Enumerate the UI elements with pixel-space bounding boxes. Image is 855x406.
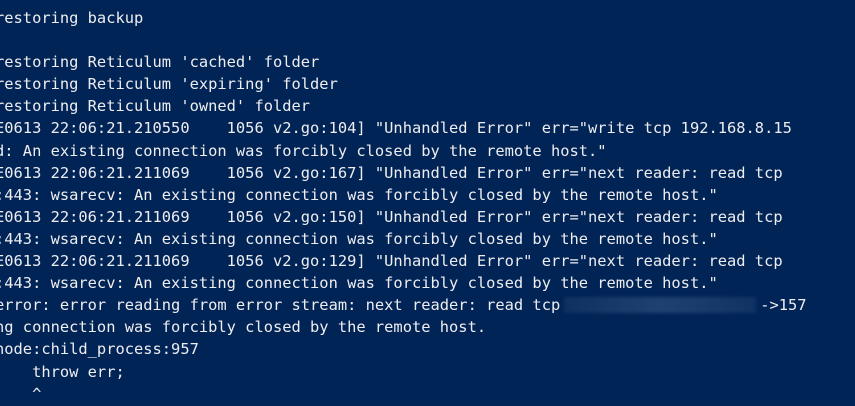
- terminal-line: throw err;: [0, 362, 125, 381]
- redacted-address: [564, 297, 757, 314]
- terminal-line: d: An existing connection was forcibly c…: [0, 141, 607, 160]
- terminal-line: restoring Reticulum 'expiring' folder: [0, 75, 338, 94]
- terminal-line: node:child_process:957: [0, 340, 199, 359]
- terminal-line: E0613 22:06:21.211069 1056 v2.go:129] "U…: [0, 252, 783, 271]
- terminal-line: :443: wsarecv: An existing connection wa…: [0, 229, 718, 248]
- terminal-line-redacted: error: error reading from error stream: …: [0, 294, 807, 316]
- terminal-line: restoring Reticulum 'cached' folder: [0, 53, 320, 72]
- terminal-line: ng connection was forcibly closed by the…: [0, 318, 487, 337]
- terminal-line: E0613 22:06:21.211069 1056 v2.go:167] "U…: [0, 163, 783, 182]
- terminal-window[interactable]: restoring backup restoring Reticulum 'ca…: [0, 0, 855, 406]
- terminal-line: E0613 22:06:21.210550 1056 v2.go:104] "U…: [0, 119, 792, 138]
- terminal-line-text: error: error reading from error stream: …: [0, 296, 561, 315]
- terminal-line: restoring backup: [0, 9, 144, 27]
- terminal-line: E0613 22:06:21.211069 1056 v2.go:150] "U…: [0, 207, 783, 226]
- terminal-line: :443: wsarecv: An existing connection wa…: [0, 185, 718, 204]
- terminal-line: restoring Reticulum 'owned' folder: [0, 97, 311, 116]
- terminal-line-text: ->157: [760, 296, 807, 315]
- terminal-output: restoring backup restoring Reticulum 'ca…: [0, 7, 807, 405]
- terminal-line: ^: [32, 384, 42, 403]
- terminal-line: :443: wsarecv: An existing connection wa…: [0, 274, 718, 293]
